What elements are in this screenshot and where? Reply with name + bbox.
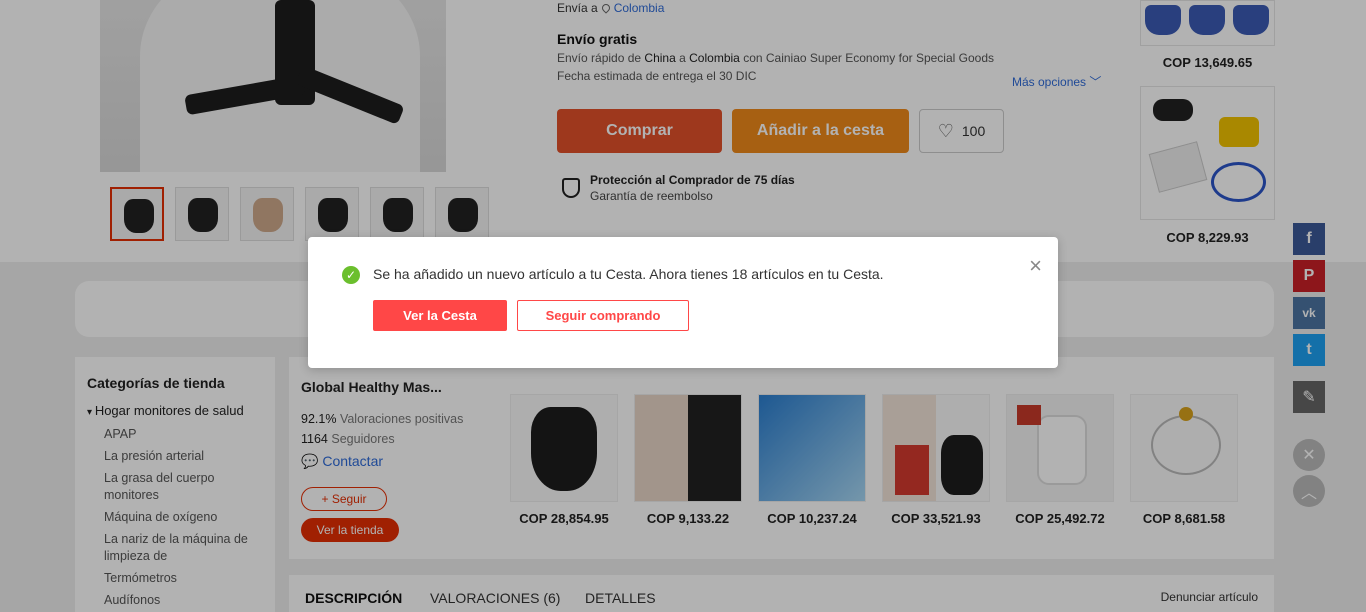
added-to-cart-dialog: ✓ Se ha añadido un nuevo artículo a tu C… xyxy=(308,237,1058,368)
continue-shopping-button[interactable]: Seguir comprando xyxy=(517,300,689,331)
added-to-cart-message: Se ha añadido un nuevo artículo a tu Ces… xyxy=(373,266,884,282)
view-cart-button[interactable]: Ver la Cesta xyxy=(373,300,507,331)
close-icon[interactable]: × xyxy=(1029,253,1042,279)
check-circle-icon: ✓ xyxy=(342,266,360,284)
